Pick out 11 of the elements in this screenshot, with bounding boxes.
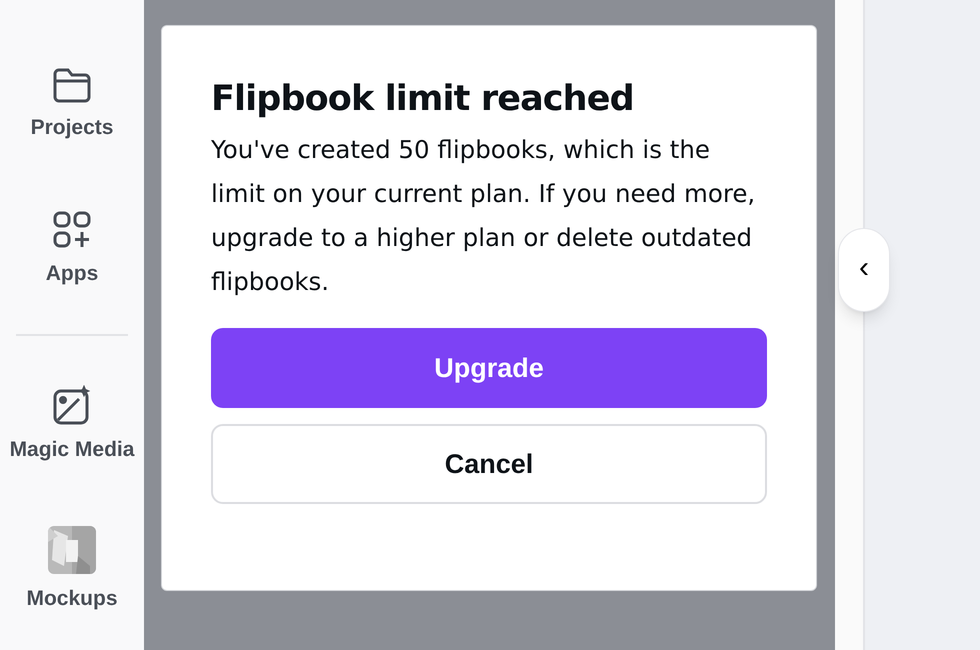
sidebar-item-label[interactable]: Projects: [30, 117, 114, 138]
apps-icon: [53, 211, 91, 249]
dialog-message: You've created 50 flipbooks, which is the limit on your current plan. If you need more, upgrade to a higher plan or delete outdated flipbooks.: [211, 134, 756, 298]
folder-icon: [53, 67, 91, 103]
upgrade-button[interactable]: Upgrade: [211, 328, 767, 408]
sidebar-item-label[interactable]: Apps: [46, 263, 98, 284]
sidebar-item-label[interactable]: Mockups: [26, 588, 118, 609]
dialog-title: Flipbook limit reached: [211, 78, 635, 121]
cancel-button[interactable]: Cancel: [211, 424, 767, 504]
magic-image-icon: [52, 385, 92, 425]
sidebar-item-label[interactable]: Magic Media: [10, 439, 134, 460]
